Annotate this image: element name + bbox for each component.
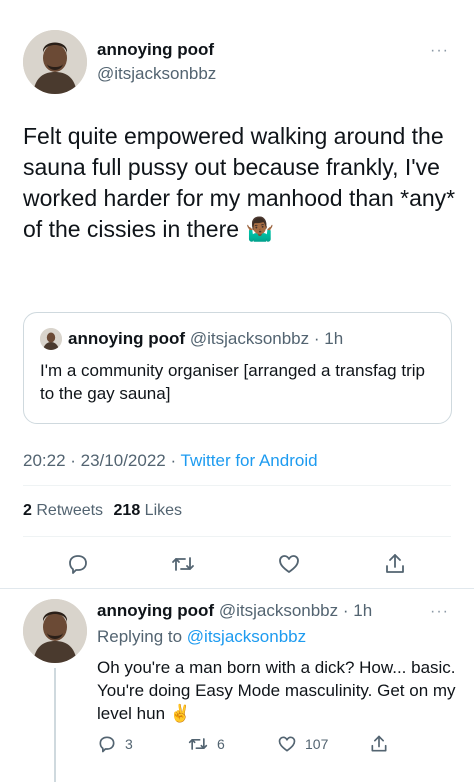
retweets-stat[interactable]: 2 Retweets xyxy=(23,502,108,519)
reply-icon xyxy=(69,555,87,574)
like-button[interactable] xyxy=(271,549,307,579)
like-count: 107 xyxy=(305,736,329,752)
retweet-icon xyxy=(172,557,194,571)
reply-time[interactable]: · 1h xyxy=(343,601,372,620)
shrug-emoji: 🤷🏾‍♂️ xyxy=(245,216,275,242)
reply-reply-button[interactable]: 3 xyxy=(97,734,133,754)
reply-button[interactable] xyxy=(60,549,96,579)
divider xyxy=(0,588,474,589)
divider xyxy=(23,536,451,537)
replying-to-label: Replying to xyxy=(97,627,183,646)
retweets-count: 2 xyxy=(23,502,32,519)
retweets-label: Retweets xyxy=(36,502,104,519)
reply-more-options-icon[interactable]: ··· xyxy=(430,603,449,621)
author-handle[interactable]: @itsjacksonbbz xyxy=(97,64,216,84)
tweet-source-link[interactable]: Twitter for Android xyxy=(181,451,318,470)
likes-count: 218 xyxy=(113,502,141,519)
quote-header: annoying poof @itsjacksonbbz · 1h xyxy=(68,329,343,349)
retweet-icon xyxy=(188,738,208,750)
more-options-icon[interactable]: ··· xyxy=(430,42,449,60)
author-name[interactable]: annoying poof xyxy=(97,40,214,60)
reply-author-handle[interactable]: @itsjacksonbbz xyxy=(219,601,338,620)
divider xyxy=(23,485,451,486)
author-avatar[interactable] xyxy=(23,30,87,94)
tweet-timestamp[interactable]: 20:22 · 23/10/2022 · xyxy=(23,451,176,470)
replying-to-handle[interactable]: @itsjacksonbbz xyxy=(187,627,306,646)
reply-like-button[interactable]: 107 xyxy=(277,734,328,754)
quote-avatar xyxy=(40,328,62,350)
reply-author-name[interactable]: annoying poof xyxy=(97,601,214,620)
reply-share-button[interactable] xyxy=(369,734,389,754)
heart-icon xyxy=(278,736,296,752)
likes-label: Likes xyxy=(144,502,183,519)
replying-to: Replying to @itsjacksonbbz xyxy=(97,627,306,647)
reply-icon xyxy=(99,736,115,753)
thread-line xyxy=(54,668,56,782)
reply-body: Oh you're a man born with a dick? How...… xyxy=(97,658,456,723)
reply-header: annoying poof @itsjacksonbbz · 1h xyxy=(97,601,372,621)
reply-text: Oh you're a man born with a dick? How...… xyxy=(97,656,462,725)
share-button[interactable] xyxy=(377,549,413,579)
share-icon xyxy=(386,554,404,573)
tweet-stats: 2 Retweets 218 Likes xyxy=(23,502,182,520)
share-icon xyxy=(371,735,387,752)
tweet-text: Felt quite empowered walking around the … xyxy=(23,121,463,245)
tweet-body: Felt quite empowered walking around the … xyxy=(23,123,456,242)
reply-author-avatar[interactable] xyxy=(23,599,87,663)
likes-stat[interactable]: 218 Likes xyxy=(114,502,183,519)
quote-time: · 1h xyxy=(313,329,344,348)
quote-author-name: annoying poof xyxy=(68,329,186,348)
tweet-timestamp-line: 20:22 · 23/10/2022 · Twitter for Android xyxy=(23,451,318,471)
retweet-count: 6 xyxy=(217,736,225,752)
reply-count: 3 xyxy=(125,736,133,752)
retweet-button[interactable] xyxy=(165,549,201,579)
quote-author-handle: @itsjacksonbbz xyxy=(189,329,310,348)
peace-emoji: ✌️ xyxy=(169,704,191,723)
heart-icon xyxy=(279,555,299,573)
quote-text: I'm a community organiser [arranged a tr… xyxy=(40,361,425,403)
reply-retweet-button[interactable]: 6 xyxy=(187,734,225,754)
